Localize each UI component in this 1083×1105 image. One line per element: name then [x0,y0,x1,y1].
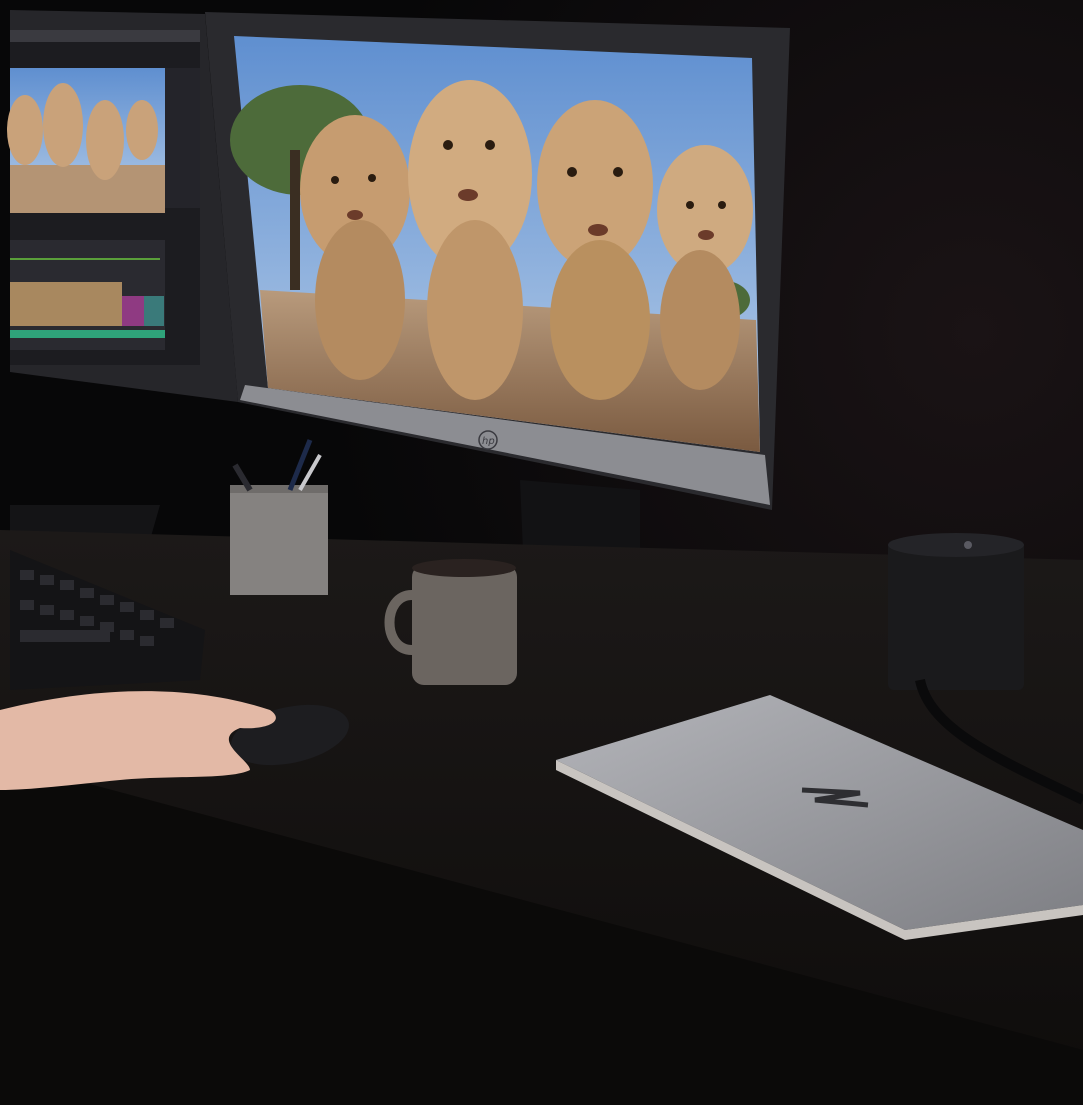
svg-text:hp: hp [482,436,495,447]
workspace-photo: hp [0,0,1083,1105]
left-monitor [7,10,238,402]
